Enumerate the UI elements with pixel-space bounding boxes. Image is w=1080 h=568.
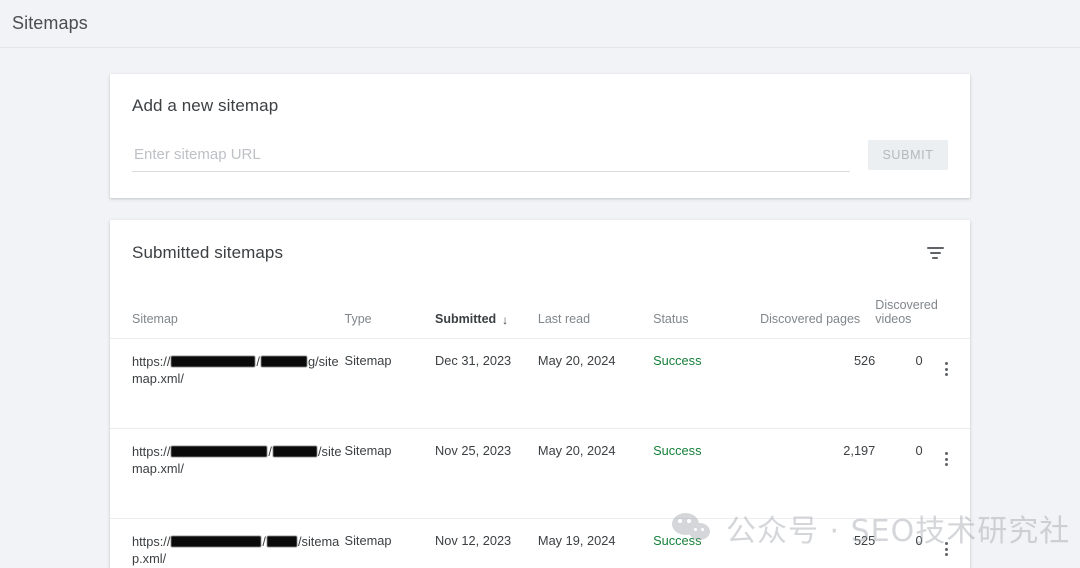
sort-descending-icon: ↓ [502, 313, 509, 327]
url-scheme: https:// [132, 444, 171, 459]
redaction-bar [266, 536, 297, 547]
status-badge: Success [653, 533, 702, 548]
cell-submitted-date: Nov 12, 2023 [435, 533, 512, 548]
filter-icon[interactable] [922, 240, 948, 266]
top-bar: Sitemaps [0, 0, 1080, 48]
redaction-bar [171, 536, 262, 547]
cell-row-menu[interactable] [923, 519, 970, 568]
status-badge: Success [653, 443, 702, 458]
cell-discovered-pages: 2,197 [760, 428, 876, 519]
submitted-sitemaps-title: Submitted sitemaps [132, 243, 284, 262]
cell-last-read-date: May 20, 2024 [537, 338, 654, 429]
cell-sitemap-url[interactable]: https:////sitemap.xml/ [110, 519, 345, 568]
cell-discovered-videos: 0 [915, 533, 923, 548]
table-row[interactable]: https:////sitemap.xml/ Sitemap Nov 25, 2… [110, 428, 970, 519]
redaction-bar [171, 446, 268, 457]
redaction-bar [171, 356, 256, 367]
url-scheme: https:// [132, 354, 171, 369]
more-vert-icon[interactable] [943, 450, 950, 468]
column-header-submitted-label: Submitted [435, 312, 497, 326]
page-title: Sitemaps [12, 13, 88, 33]
cell-status: Success [653, 428, 761, 519]
table-row[interactable]: https:////sitemap.xml/ Sitemap Nov 12, 2… [110, 519, 970, 568]
column-header-discovered-pages[interactable]: Discovered pages [760, 288, 876, 339]
more-vert-icon[interactable] [943, 360, 950, 378]
cell-row-menu[interactable] [922, 428, 970, 519]
add-sitemap-card: Add a new sitemap SUBMIT [110, 74, 970, 198]
sitemap-url-text: https:////sitemap.xml/ [132, 534, 340, 566]
cell-type: Sitemap [344, 428, 436, 519]
cell-row-menu[interactable] [922, 338, 970, 429]
redaction-bar [272, 446, 317, 457]
cell-discovered-pages: 525 [853, 533, 876, 548]
add-sitemap-form: SUBMIT [132, 140, 948, 172]
add-sitemap-title: Add a new sitemap [132, 96, 279, 115]
column-header-type[interactable]: Type [344, 288, 436, 339]
cell-submitted-date: Dec 31, 2023 [435, 338, 538, 429]
sitemap-url-text: https:/// g/sitemap.xml/ [132, 354, 339, 386]
column-header-sitemap[interactable]: Sitemap [110, 288, 345, 339]
cell-submitted-date: Nov 25, 2023 [435, 428, 538, 519]
cell-discovered-videos: 0 [875, 428, 923, 519]
sitemap-url-input[interactable] [132, 146, 850, 172]
cell-status: Success [653, 519, 760, 568]
url-scheme: https:// [132, 534, 171, 549]
cell-sitemap-url[interactable]: https:/// g/sitemap.xml/ [110, 338, 345, 429]
redaction-bar [260, 356, 307, 367]
more-vert-icon[interactable] [943, 540, 950, 558]
cell-type: Sitemap [344, 338, 436, 429]
column-header-status[interactable]: Status [653, 288, 761, 339]
cell-discovered-videos: 0 [875, 338, 923, 429]
column-header-last-read[interactable]: Last read [537, 288, 654, 339]
cell-sitemap-url[interactable]: https:////sitemap.xml/ [110, 428, 345, 519]
column-header-discovered-videos[interactable]: Discovered videos [875, 288, 970, 339]
cell-status: Success [653, 338, 761, 429]
status-badge: Success [653, 353, 702, 368]
cell-discovered-pages: 526 [760, 338, 876, 429]
submit-button[interactable]: SUBMIT [868, 140, 948, 170]
table-row[interactable]: https:/// g/sitemap.xml/ Sitemap Dec 31, … [110, 338, 970, 429]
table-header-row: Sitemap Type Submitted ↓ Last read Status… [110, 288, 970, 339]
sitemap-url-text: https:////sitemap.xml/ [132, 444, 342, 476]
page-content: Add a new sitemap SUBMIT Submitted sitem… [0, 48, 1080, 568]
submitted-sitemaps-header: Submitted sitemaps [110, 220, 970, 266]
submitted-sitemaps-card: Submitted sitemaps Sitemap Type Submitte… [110, 220, 970, 568]
cell-type: Sitemap [344, 533, 392, 548]
sitemaps-table: Sitemap Type Submitted ↓ Last read Status… [110, 288, 970, 568]
cell-last-read-date: May 19, 2024 [537, 533, 616, 548]
column-header-submitted[interactable]: Submitted ↓ [435, 288, 538, 339]
cell-last-read-date: May 20, 2024 [537, 428, 654, 519]
